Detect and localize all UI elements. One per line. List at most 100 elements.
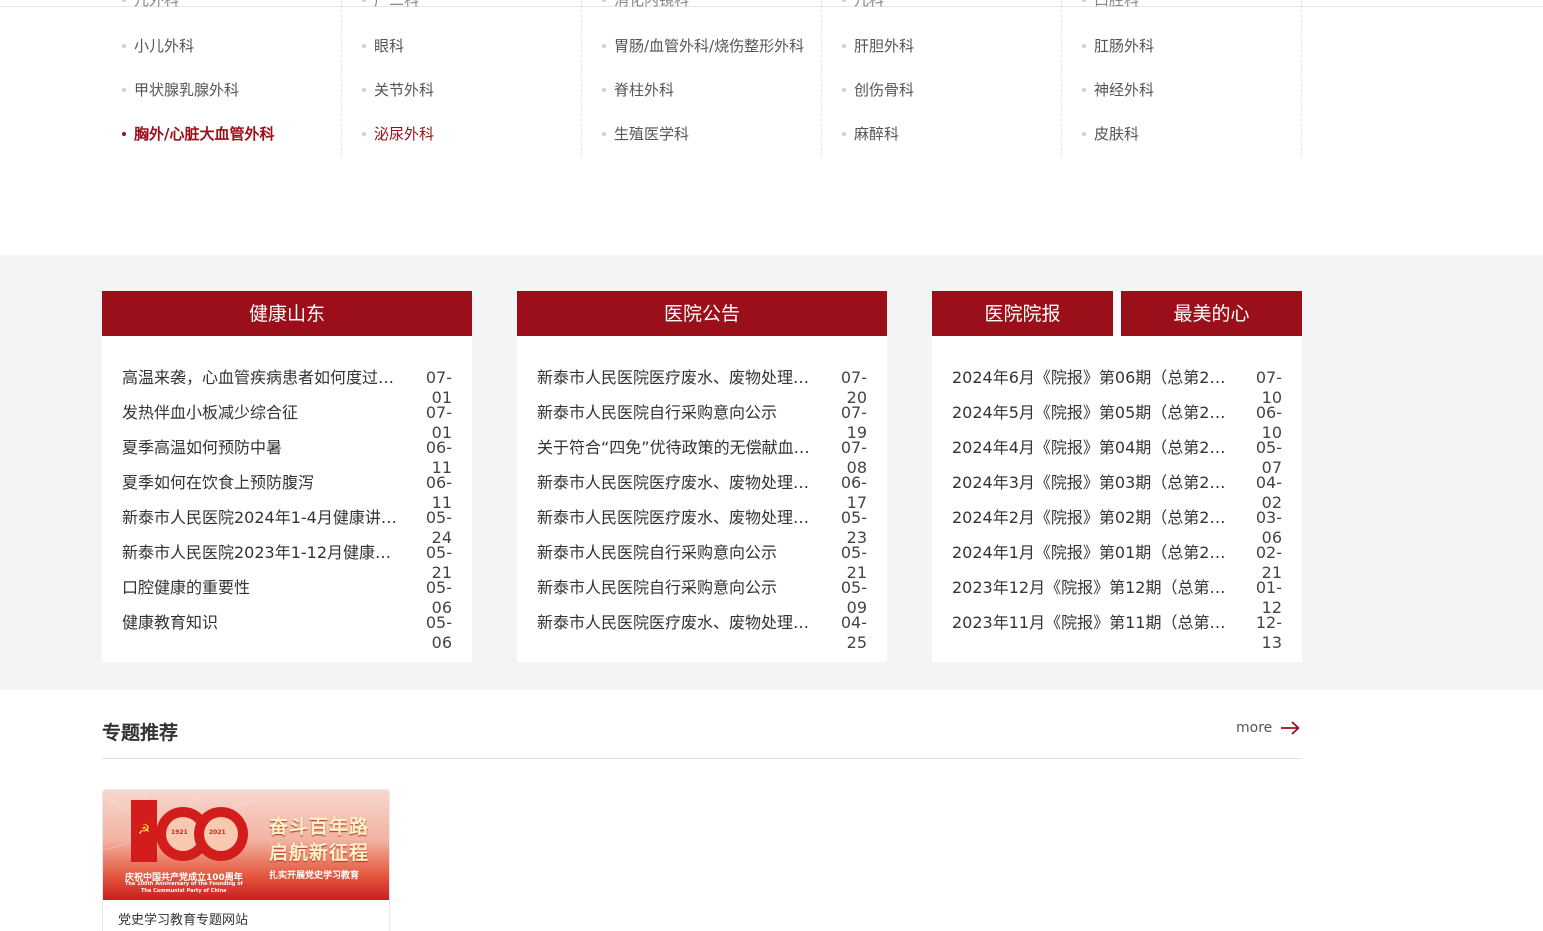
news-row[interactable]: 2024年1月《院报》第01期（总第229期） 02-21 bbox=[952, 543, 1282, 582]
topic-banner: ☭ 1921 2021 奋斗百年路 启航新征程 庆祝中国共产党成立100周年 T… bbox=[103, 790, 389, 900]
news-row[interactable]: 新泰市人民医院医疗废水、废物处理公示 07-20 bbox=[537, 368, 867, 407]
bullet-icon bbox=[1082, 44, 1086, 48]
news-title: 夏季高温如何预防中暑 bbox=[122, 438, 283, 457]
news-date: 05-21 bbox=[840, 543, 867, 582]
department-link[interactable]: 产二科 bbox=[362, 0, 572, 12]
news-row[interactable]: 新泰市人民医院自行采购意向公示 07-19 bbox=[537, 403, 867, 442]
department-link[interactable]: 甲状腺乳腺外科 bbox=[122, 78, 332, 102]
arrow-right-icon bbox=[1281, 721, 1301, 735]
department-link[interactable]: 儿外科 bbox=[122, 0, 332, 12]
department-link[interactable]: 眼科 bbox=[362, 34, 572, 58]
banner-line-en-1: The 100th Anniversary of the Founding of bbox=[125, 881, 243, 887]
department-link[interactable]: 创伤骨科 bbox=[842, 78, 1052, 102]
banner-year-right: 2021 bbox=[209, 829, 226, 836]
department-link[interactable]: 生殖医学科 bbox=[602, 122, 812, 146]
news-title: 2024年3月《院报》第03期（总第231期） bbox=[952, 473, 1236, 492]
news-row[interactable]: 新泰市人民医院医疗废水、废物处理公示 04-25 bbox=[537, 613, 867, 652]
news-row[interactable]: 夏季高温如何预防中暑 06-11 bbox=[122, 438, 452, 477]
news-title: 2023年12月《院报》第12期（总第228期） bbox=[952, 578, 1236, 597]
news-row[interactable]: 夏季如何在饮食上预防腹泻 06-11 bbox=[122, 473, 452, 512]
news-row[interactable]: 2023年11月《院报》第11期（总第227期） 12-13 bbox=[952, 613, 1282, 652]
bullet-icon bbox=[362, 132, 366, 136]
news-row[interactable]: 2024年4月《院报》第04期（总第232期） 05-07 bbox=[952, 438, 1282, 477]
news-title: 健康教育知识 bbox=[122, 613, 219, 632]
department-link[interactable]: 小儿外科 bbox=[122, 34, 332, 58]
department-link-hover[interactable]: 泌尿外科 bbox=[362, 122, 572, 146]
news-date: 03-06 bbox=[1255, 508, 1282, 547]
svg-text:☭: ☭ bbox=[138, 822, 151, 838]
news-row[interactable]: 新泰市人民医院自行采购意向公示 05-09 bbox=[537, 578, 867, 617]
bullet-icon bbox=[842, 132, 846, 136]
news-date: 07-19 bbox=[840, 403, 867, 442]
news-list: 2024年6月《院报》第06期（总第234期） 07-10 2024年5月《院报》… bbox=[952, 368, 1282, 652]
department-link[interactable]: 肝胆外科 bbox=[842, 34, 1052, 58]
news-row[interactable]: 新泰市人民医院2023年1-12月健康讲座统计 05-21 bbox=[122, 543, 452, 582]
news-date: 07-08 bbox=[840, 438, 867, 477]
bullet-icon bbox=[122, 132, 126, 136]
news-row[interactable]: 2024年5月《院报》第05期（总第233期） 06-10 bbox=[952, 403, 1282, 442]
bullet-icon bbox=[842, 44, 846, 48]
department-link[interactable]: 肛肠外科 bbox=[1082, 34, 1292, 58]
news-date: 01-12 bbox=[1255, 578, 1282, 617]
news-row[interactable]: 新泰市人民医院医疗废水、废物处理公示 05-23 bbox=[537, 508, 867, 547]
news-date: 05-06 bbox=[425, 613, 452, 652]
news-row[interactable]: 2023年12月《院报》第12期（总第228期） 01-12 bbox=[952, 578, 1282, 617]
news-row[interactable]: 新泰市人民医院2024年1-4月健康讲座统计 05-24 bbox=[122, 508, 452, 547]
hospital-notice-panel: 医院公告 新泰市人民医院医疗废水、废物处理公示 07-20 新泰市人民医院自行采购… bbox=[517, 291, 887, 662]
news-date: 06-17 bbox=[840, 473, 867, 512]
news-title: 2024年2月《院报》第02期（总第230期） bbox=[952, 508, 1236, 527]
news-date: 04-25 bbox=[840, 613, 867, 652]
department-link[interactable]: 儿科 bbox=[842, 0, 1052, 12]
news-date: 05-23 bbox=[840, 508, 867, 547]
department-link[interactable]: 皮肤科 bbox=[1082, 122, 1292, 146]
news-date: 05-09 bbox=[840, 578, 867, 617]
news-row[interactable]: 高温来袭，心血管疾病患者如何度过夏天 07-01 bbox=[122, 368, 452, 407]
tab-most-beautiful-heart[interactable]: 最美的心 bbox=[1121, 291, 1302, 336]
banner-slogan-1: 奋斗百年路 bbox=[269, 816, 370, 838]
department-link[interactable]: 胃肠/血管外科/烧伤整形外科 bbox=[602, 34, 812, 58]
bullet-icon bbox=[362, 0, 366, 2]
topic-card[interactable]: ☭ 1921 2021 奋斗百年路 启航新征程 庆祝中国共产党成立100周年 T… bbox=[102, 789, 390, 931]
more-label: more bbox=[1236, 720, 1273, 736]
tab-hospital-notice[interactable]: 医院公告 bbox=[517, 291, 887, 336]
news-row[interactable]: 口腔健康的重要性 05-06 bbox=[122, 578, 452, 617]
department-link[interactable]: 脊柱外科 bbox=[602, 78, 812, 102]
news-title: 新泰市人民医院2024年1-4月健康讲座统计 bbox=[122, 508, 406, 527]
department-link[interactable]: 神经外科 bbox=[1082, 78, 1292, 102]
department-link[interactable]: 关节外科 bbox=[362, 78, 572, 102]
news-date: 07-20 bbox=[840, 368, 867, 407]
news-title: 新泰市人民医院医疗废水、废物处理公示 bbox=[537, 613, 821, 632]
news-row[interactable]: 发热伴血小板减少综合征 07-01 bbox=[122, 403, 452, 442]
bullet-icon bbox=[362, 44, 366, 48]
bullet-icon bbox=[362, 88, 366, 92]
bullet-icon bbox=[122, 88, 126, 92]
news-row[interactable]: 关于符合“四免”优待政策的无偿献血者公示 07-08 bbox=[537, 438, 867, 477]
banner-year-left: 1921 bbox=[171, 829, 188, 836]
news-row[interactable]: 健康教育知识 05-06 bbox=[122, 613, 452, 652]
news-date: 04-02 bbox=[1255, 473, 1282, 512]
health-news-panel: 健康山东 高温来袭，心血管疾病患者如何度过夏天 07-01 发热伴血小板减少综合征… bbox=[102, 291, 472, 662]
news-row[interactable]: 2024年2月《院报》第02期（总第230期） 03-06 bbox=[952, 508, 1282, 547]
news-date: 07-01 bbox=[425, 368, 452, 407]
department-column: 消化内镜科 胃肠/血管外科/烧伤整形外科 脊柱外科 生殖医学科 bbox=[582, 0, 822, 156]
news-row[interactable]: 新泰市人民医院医疗废水、废物处理公示 06-17 bbox=[537, 473, 867, 512]
tab-health-shandong[interactable]: 健康山东 bbox=[102, 291, 472, 336]
department-link-active[interactable]: 胸外/心脏大血管外科 bbox=[122, 122, 332, 146]
news-date: 06-11 bbox=[425, 473, 452, 512]
news-title: 发热伴血小板减少综合征 bbox=[122, 403, 299, 422]
news-row[interactable]: 2024年6月《院报》第06期（总第234期） 07-10 bbox=[952, 368, 1282, 407]
topic-card-caption: 党史学习教育专题网站 bbox=[118, 913, 249, 928]
department-link[interactable]: 麻醉科 bbox=[842, 122, 1052, 146]
news-date: 05-21 bbox=[425, 543, 452, 582]
department-link[interactable]: 口腔科 bbox=[1082, 0, 1292, 12]
news-row[interactable]: 2024年3月《院报》第03期（总第231期） 04-02 bbox=[952, 473, 1282, 512]
banner-slogan-2: 启航新征程 bbox=[269, 842, 370, 864]
department-column: 儿科 肝胆外科 创伤骨科 麻醉科 bbox=[822, 0, 1062, 156]
bullet-icon bbox=[602, 88, 606, 92]
department-grid: 儿外科 小儿外科 甲状腺乳腺外科 胸外/心脏大血管外科 产二科 眼科 关节外科 … bbox=[102, 0, 1302, 156]
tab-hospital-journal[interactable]: 医院院报 bbox=[932, 291, 1113, 336]
more-link[interactable]: more bbox=[1236, 720, 1301, 736]
department-column: 产二科 眼科 关节外科 泌尿外科 bbox=[342, 0, 582, 156]
news-row[interactable]: 新泰市人民医院自行采购意向公示 05-21 bbox=[537, 543, 867, 582]
department-link[interactable]: 消化内镜科 bbox=[602, 0, 812, 12]
